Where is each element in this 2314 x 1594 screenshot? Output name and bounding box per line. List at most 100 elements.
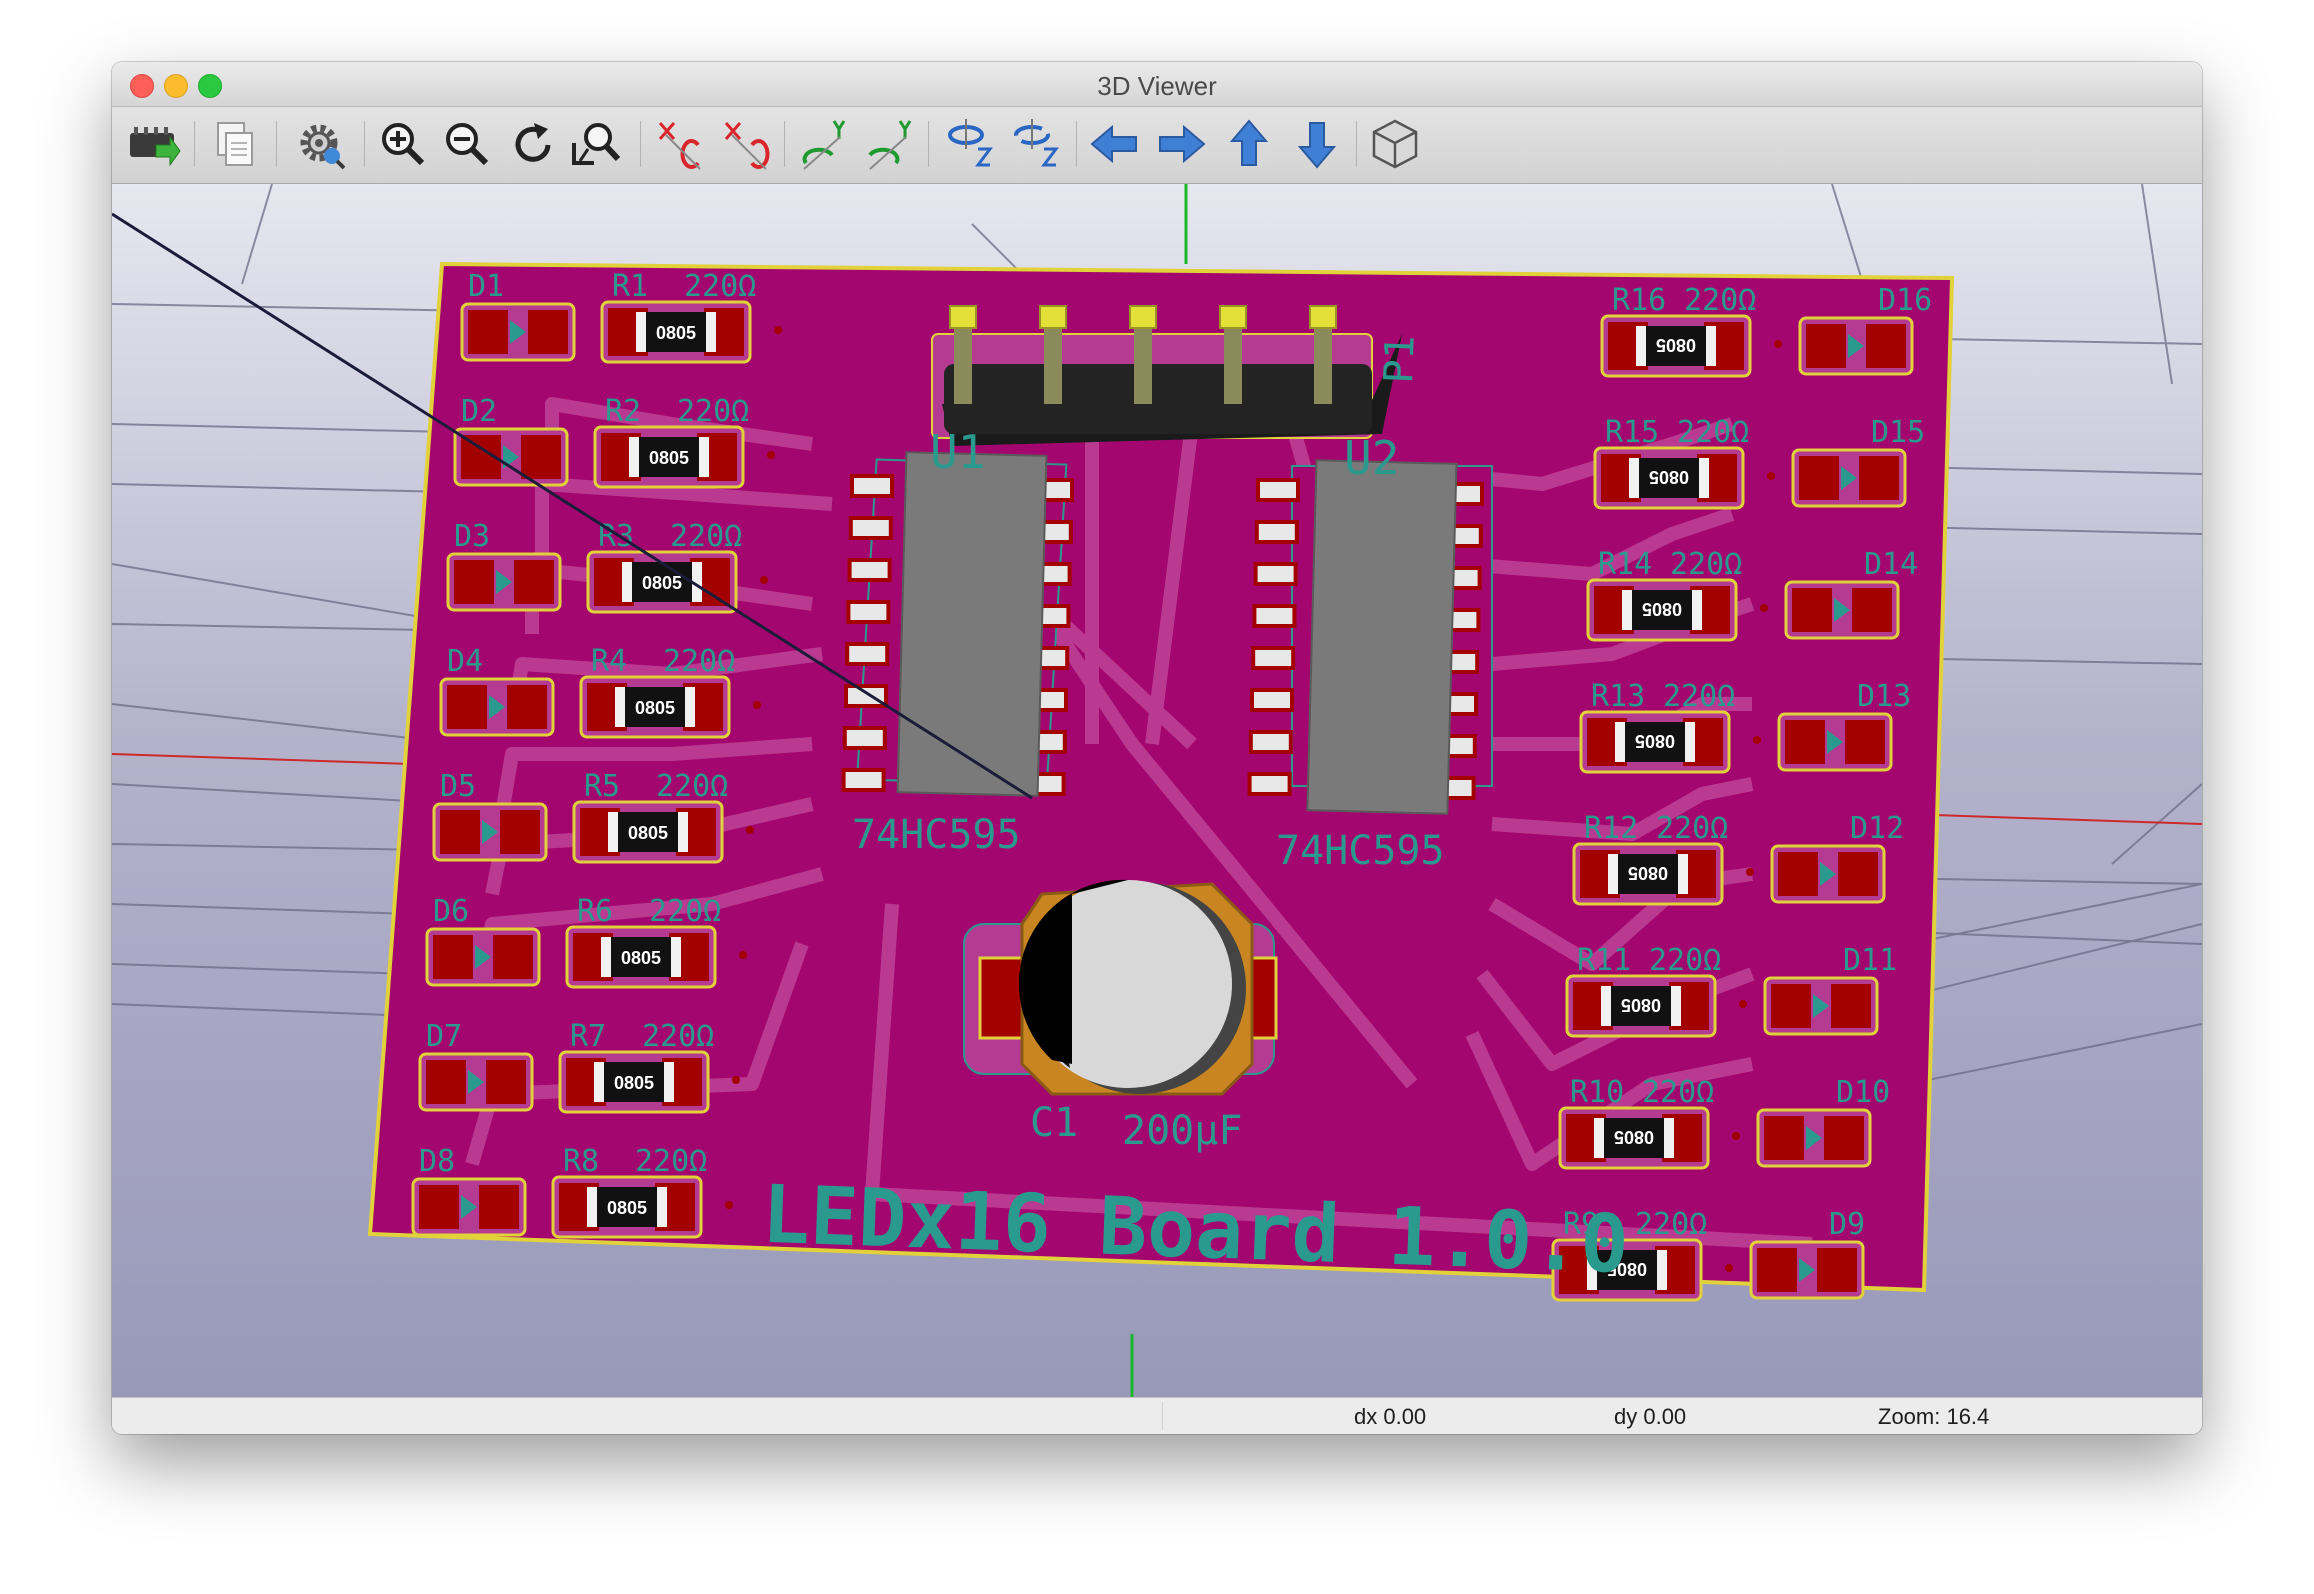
resistor-package-label: 0805 — [621, 948, 661, 968]
rotate-z-ccw-icon[interactable] — [1008, 115, 1066, 173]
led-pad — [1757, 1248, 1797, 1292]
redraw-icon[interactable] — [504, 115, 562, 173]
led-pad — [468, 310, 508, 354]
led-ref-label: D15 — [1871, 415, 1925, 450]
resistor-ref-label: R8 — [563, 1144, 599, 1179]
led-pad — [479, 1185, 519, 1229]
led-ref-label: D2 — [461, 394, 497, 429]
via — [760, 576, 768, 584]
resistor-value-label: 220Ω — [1642, 1075, 1714, 1110]
led-pad — [419, 1185, 459, 1229]
ic-u2-value: 74HC595 — [1276, 828, 1445, 874]
resistor-package-label: 0805 — [1621, 995, 1661, 1015]
ic-pad — [845, 642, 890, 666]
led-ref-label: D12 — [1850, 811, 1904, 846]
ic-pad — [1253, 562, 1298, 586]
led-ref-label: D14 — [1864, 547, 1918, 582]
via — [774, 326, 782, 334]
via — [1753, 736, 1761, 744]
ic-pad — [1254, 520, 1299, 544]
led-ref-label: D11 — [1843, 943, 1897, 978]
led-pad — [1824, 1116, 1864, 1160]
3d-canvas[interactable]: P1 U1 74HC595 U2 74HC595 C1 200µF 0805 D… — [112, 184, 2202, 1398]
resistor-value-label: 220Ω — [677, 394, 749, 429]
connector-label: P1 — [1376, 335, 1424, 385]
settings-icon[interactable] — [292, 115, 350, 173]
resistor-value-label: 220Ω — [642, 1019, 714, 1054]
rotate-x-ccw-icon[interactable] — [718, 115, 776, 173]
toolbar — [112, 107, 2202, 184]
title-bar[interactable]: 3D Viewer — [112, 62, 2202, 107]
capacitor-value: 200µF — [1122, 1108, 1242, 1154]
resistor-ref-label: R16 — [1612, 283, 1666, 318]
rotate-y-cw-icon[interactable] — [796, 115, 854, 173]
ic-pad — [847, 558, 892, 582]
led-ref-label: D3 — [454, 519, 490, 554]
led-pad — [1852, 588, 1892, 632]
led-pad — [521, 435, 561, 479]
resistor-ref-label: R12 — [1584, 811, 1638, 846]
led-ref-label: D8 — [419, 1144, 455, 1179]
led-ref-label: D6 — [433, 894, 469, 929]
led-ref-label: D1 — [468, 269, 504, 304]
toolbar-separator — [640, 121, 641, 167]
led-pad — [507, 685, 547, 729]
via — [1746, 868, 1754, 876]
resistor-value-label: 220Ω — [1656, 811, 1728, 846]
resistor-package-label: 0805 — [1614, 1127, 1654, 1147]
rotate-y-ccw-icon[interactable] — [862, 115, 920, 173]
resistor-value-label: 220Ω — [1677, 415, 1749, 450]
led-ref-label: D7 — [426, 1019, 462, 1054]
zoom-to-fit-icon[interactable] — [568, 115, 626, 173]
ic-u1-value: 74HC595 — [852, 812, 1021, 858]
zoom-out-icon[interactable] — [438, 115, 496, 173]
via — [732, 1076, 740, 1084]
move-down-icon[interactable] — [1288, 115, 1346, 173]
resistor-value-label: 220Ω — [670, 519, 742, 554]
resistor-ref-label: R2 — [605, 394, 641, 429]
led-pad — [528, 310, 568, 354]
led-pad — [1859, 456, 1899, 500]
rotate-x-cw-icon[interactable] — [652, 115, 710, 173]
resistor-ref-label: R14 — [1598, 547, 1652, 582]
resistor-value-label: 220Ω — [1670, 547, 1742, 582]
resistor-package-label: 0805 — [607, 1198, 647, 1218]
led-pad — [493, 935, 533, 979]
resistor-ref-label: R5 — [584, 769, 620, 804]
pcb-board: P1 U1 74HC595 U2 74HC595 C1 200µF 0805D1… — [367, 261, 1955, 1302]
header-pin-tip — [1129, 305, 1157, 329]
via — [1774, 340, 1782, 348]
status-dx: dx 0.00 — [1354, 1404, 1427, 1429]
via — [1725, 1264, 1733, 1272]
ic-pad — [846, 600, 891, 624]
copy-to-clipboard-icon[interactable] — [206, 115, 264, 173]
rotate-z-cw-icon[interactable] — [942, 115, 1000, 173]
led-pad — [1778, 852, 1818, 896]
resistor-ref-label: R15 — [1605, 415, 1659, 450]
ic-u2-ref: U2 — [1344, 431, 1399, 485]
move-up-icon[interactable] — [1220, 115, 1278, 173]
led-ref-label: D4 — [447, 644, 483, 679]
led-pad — [1785, 720, 1825, 764]
via — [725, 1201, 733, 1209]
led-pad — [1806, 324, 1846, 368]
toolbar-separator — [1356, 121, 1357, 167]
led-pad — [454, 560, 494, 604]
ic-pad — [841, 768, 886, 792]
ic-pad — [1256, 478, 1300, 502]
toolbar-separator — [928, 121, 929, 167]
resistor-value-label: 220Ω — [663, 644, 735, 679]
header-pin-tip — [1039, 305, 1067, 329]
resistor-ref-label: R1 — [612, 269, 648, 304]
ortho-view-icon[interactable] — [1366, 115, 1424, 173]
resistor-ref-label: R7 — [570, 1019, 606, 1054]
resistor-package-label: 0805 — [642, 573, 682, 593]
move-right-icon[interactable] — [1152, 115, 1210, 173]
led-pad — [1866, 324, 1906, 368]
move-left-icon[interactable] — [1086, 115, 1144, 173]
resistor-package-label: 0805 — [656, 323, 696, 343]
led-ref-label: D13 — [1857, 679, 1911, 714]
via — [1767, 472, 1775, 480]
reload-board-icon[interactable] — [124, 115, 182, 173]
zoom-in-icon[interactable] — [374, 115, 432, 173]
